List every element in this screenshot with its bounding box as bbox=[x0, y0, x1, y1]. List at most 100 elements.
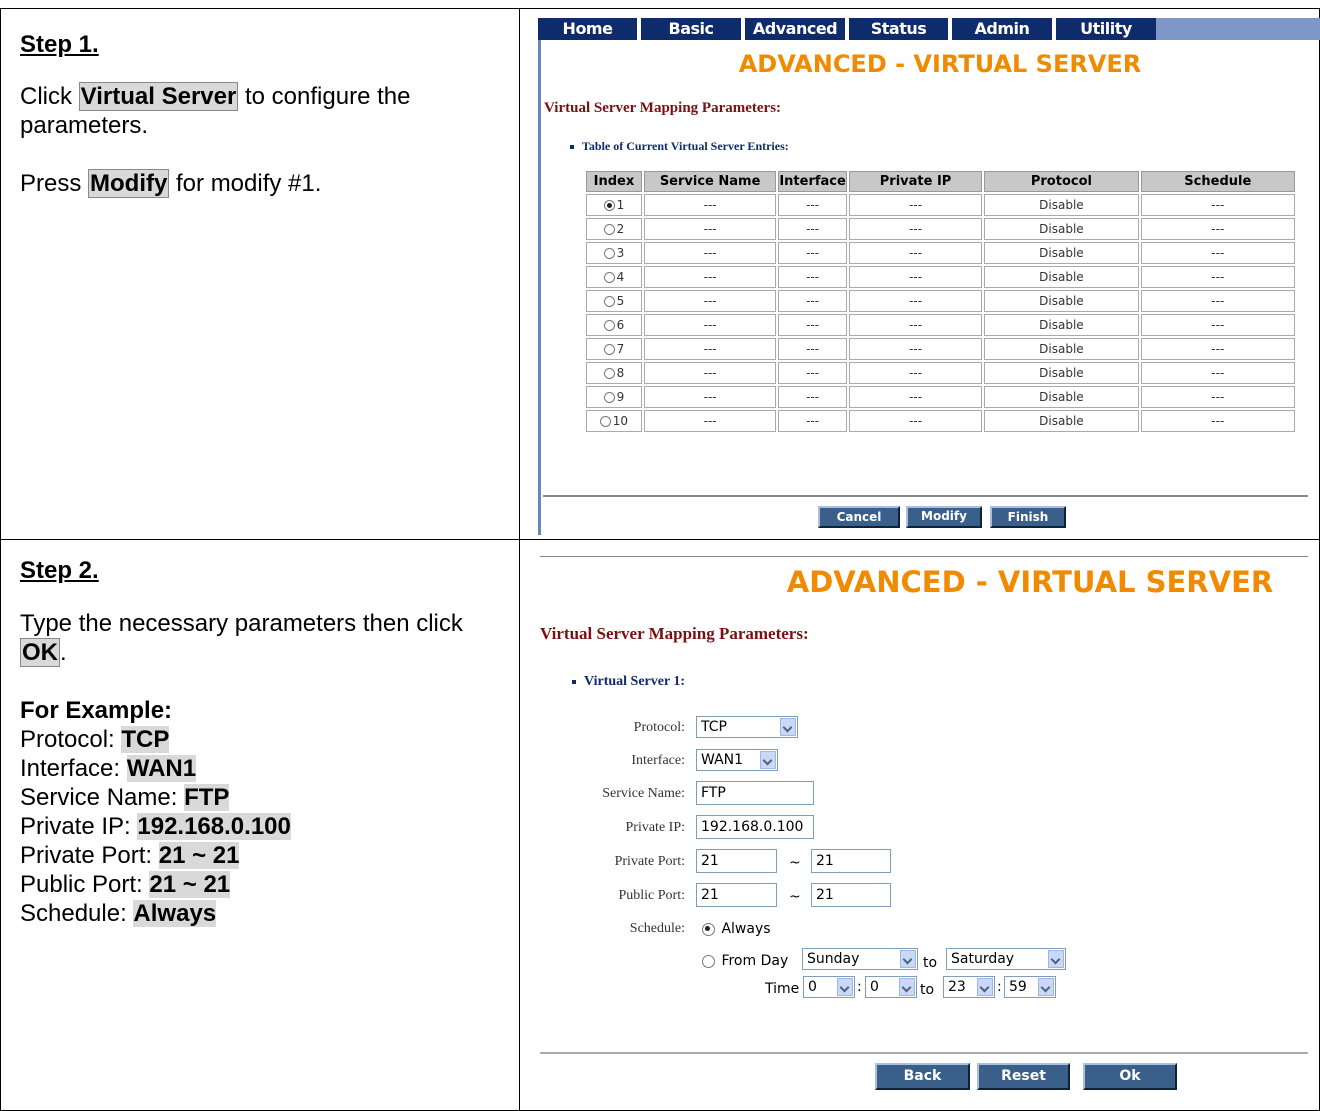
row-radio[interactable] bbox=[599, 416, 611, 427]
row-index-cell[interactable]: 6 bbox=[586, 314, 642, 336]
cancel-button[interactable]: Cancel bbox=[818, 506, 900, 528]
cell-schedule: --- bbox=[1140, 338, 1295, 360]
ok-highlight: OK bbox=[20, 638, 60, 667]
day-from-select[interactable]: Sunday bbox=[802, 948, 918, 970]
step2-line1: Type the necessary parameters then click bbox=[20, 610, 463, 637]
private-port-from-input[interactable]: 21 bbox=[696, 849, 777, 873]
chevron-down-icon bbox=[900, 950, 916, 968]
cell-protocol: Disable bbox=[984, 194, 1139, 216]
row-radio[interactable] bbox=[603, 248, 615, 259]
table-row[interactable]: 5 --- --- --- Disable --- bbox=[586, 290, 1295, 312]
back-button[interactable]: Back bbox=[875, 1063, 970, 1090]
chevron-down-icon bbox=[780, 718, 796, 736]
row-index-cell[interactable]: 10 bbox=[586, 410, 642, 432]
table-row[interactable]: 4 --- --- --- Disable --- bbox=[586, 266, 1295, 288]
row-index-cell[interactable]: 9 bbox=[586, 386, 642, 408]
table-row[interactable]: 10 --- --- --- Disable --- bbox=[586, 410, 1295, 432]
example-item: Public Port: 21 ~ 21 bbox=[20, 871, 231, 898]
chevron-down-icon bbox=[899, 978, 915, 996]
table-label: Table of Current Virtual Server Entries: bbox=[570, 139, 789, 154]
row-radio[interactable] bbox=[603, 320, 615, 331]
schedule-always-option[interactable]: Always bbox=[702, 921, 771, 937]
to-label-2: to bbox=[920, 982, 935, 998]
example-value: TCP bbox=[121, 726, 170, 753]
row-radio[interactable] bbox=[603, 272, 615, 283]
row-index-cell[interactable]: 4 bbox=[586, 266, 642, 288]
table-row[interactable]: 8 --- --- --- Disable --- bbox=[586, 362, 1295, 384]
time-label: Time bbox=[765, 981, 800, 997]
reset-button[interactable]: Reset bbox=[977, 1063, 1070, 1090]
cell-schedule: --- bbox=[1140, 386, 1295, 408]
time-to-minute-select[interactable]: 59 bbox=[1004, 976, 1056, 998]
chevron-down-icon bbox=[837, 978, 853, 996]
table-row[interactable]: 1 --- --- --- Disable --- bbox=[586, 194, 1295, 216]
service-name-input[interactable]: FTP bbox=[696, 781, 814, 805]
cell-protocol: Disable bbox=[984, 410, 1139, 432]
row-index-cell[interactable]: 5 bbox=[586, 290, 642, 312]
row-index-cell[interactable]: 3 bbox=[586, 242, 642, 264]
row-radio[interactable] bbox=[603, 392, 615, 403]
example-value: WAN1 bbox=[126, 755, 197, 782]
time-to-hour-select[interactable]: 23 bbox=[943, 976, 995, 998]
row-index-cell[interactable]: 8 bbox=[586, 362, 642, 384]
virtual-server-table: Index Service Name Interface Private IP … bbox=[584, 169, 1297, 434]
table-row[interactable]: 2 --- --- --- Disable --- bbox=[586, 218, 1295, 240]
row-index-cell[interactable]: 1 bbox=[586, 194, 642, 216]
panel2-separator bbox=[540, 1052, 1308, 1054]
radio-selected-icon[interactable] bbox=[702, 922, 715, 936]
row-radio[interactable] bbox=[603, 200, 615, 211]
example-value: 21 ~ 21 bbox=[158, 842, 240, 869]
row-radio[interactable] bbox=[603, 224, 615, 235]
row-radio[interactable] bbox=[603, 368, 615, 379]
row-radio[interactable] bbox=[603, 344, 615, 355]
private-port-to-input[interactable]: 21 bbox=[811, 849, 891, 873]
row-divider bbox=[0, 539, 1320, 540]
bullet-icon bbox=[570, 145, 574, 150]
nav-admin[interactable]: Admin bbox=[952, 18, 1052, 40]
cell-ip: --- bbox=[848, 338, 983, 360]
cell-protocol: Disable bbox=[984, 338, 1139, 360]
panel1-separator bbox=[543, 495, 1308, 497]
cell-protocol: Disable bbox=[984, 218, 1139, 240]
radio-icon[interactable] bbox=[702, 954, 715, 968]
finish-button[interactable]: Finish bbox=[990, 506, 1066, 528]
page-title-2: ADVANCED - VIRTUAL SERVER bbox=[786, 565, 1274, 599]
table-row[interactable]: 3 --- --- --- Disable --- bbox=[586, 242, 1295, 264]
private-port-tilde: ~ bbox=[789, 855, 801, 871]
public-port-tilde: ~ bbox=[789, 889, 801, 905]
cell-iface: --- bbox=[778, 386, 847, 408]
time-from-minute-select[interactable]: 0 bbox=[865, 976, 917, 998]
cell-ip: --- bbox=[848, 290, 983, 312]
row-index-cell[interactable]: 7 bbox=[586, 338, 642, 360]
table-row[interactable]: 7 --- --- --- Disable --- bbox=[586, 338, 1295, 360]
table-row[interactable]: 9 --- --- --- Disable --- bbox=[586, 386, 1295, 408]
table-row[interactable]: 6 --- --- --- Disable --- bbox=[586, 314, 1295, 336]
nav-status[interactable]: Status bbox=[849, 18, 948, 40]
time-colon-2: : bbox=[997, 979, 1002, 995]
row-radio[interactable] bbox=[603, 296, 615, 307]
ok-button[interactable]: Ok bbox=[1083, 1063, 1177, 1090]
col-interface: Interface bbox=[778, 171, 847, 192]
nav-utility[interactable]: Utility bbox=[1056, 18, 1156, 40]
cell-protocol: Disable bbox=[984, 362, 1139, 384]
modify-button[interactable]: Modify bbox=[906, 506, 982, 528]
cell-ip: --- bbox=[848, 266, 983, 288]
protocol-select[interactable]: TCP bbox=[696, 716, 798, 738]
row-index-cell[interactable]: 2 bbox=[586, 218, 642, 240]
nav-advanced[interactable]: Advanced bbox=[745, 18, 845, 40]
example-item: Service Name: FTP bbox=[20, 784, 230, 811]
private-port-label: Private Port: bbox=[614, 854, 685, 869]
private-ip-input[interactable]: 192.168.0.100 bbox=[696, 815, 814, 839]
section-title-2: Virtual Server Mapping Parameters: bbox=[540, 624, 809, 643]
nav-basic[interactable]: Basic bbox=[641, 18, 741, 40]
public-port-to-input[interactable]: 21 bbox=[811, 883, 891, 907]
panel2-top-line bbox=[540, 556, 1308, 557]
schedule-from-day-option[interactable]: From Day bbox=[702, 953, 788, 969]
day-to-select[interactable]: Saturday bbox=[946, 948, 1066, 970]
time-from-hour-select[interactable]: 0 bbox=[803, 976, 855, 998]
cell-iface: --- bbox=[778, 338, 847, 360]
interface-select[interactable]: WAN1 bbox=[696, 749, 778, 771]
nav-home[interactable]: Home bbox=[538, 18, 637, 40]
public-port-from-input[interactable]: 21 bbox=[696, 883, 777, 907]
cell-ip: --- bbox=[848, 194, 983, 216]
